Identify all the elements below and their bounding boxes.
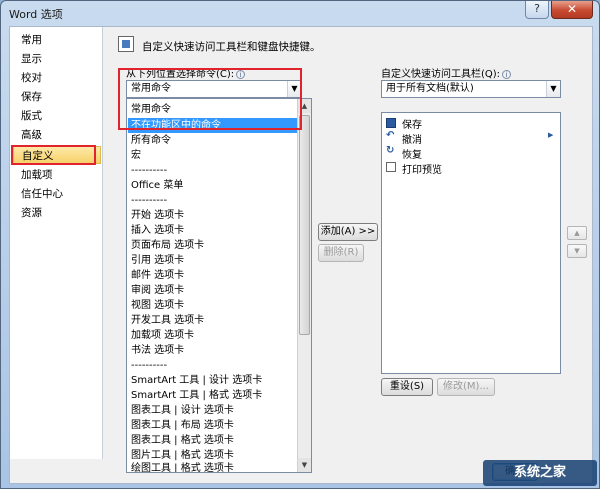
qat-scope-combo-value: 用于所有文档(默认) bbox=[386, 83, 474, 94]
list-item[interactable]: 图表工具 | 设计 选项卡 bbox=[131, 403, 234, 418]
remove-button[interactable]: 删除(R) bbox=[318, 244, 364, 262]
nav-item-advanced[interactable]: 高级 bbox=[13, 126, 101, 144]
commands-listbox[interactable]: 常用命令 不在功能区中的命令 所有命令 宏 ---------- Office … bbox=[126, 98, 312, 473]
nav-item-addins[interactable]: 加载项 bbox=[13, 166, 101, 184]
title-bar: Word 选项 ? ✕ bbox=[1, 1, 599, 25]
close-button[interactable]: ✕ bbox=[551, 1, 593, 19]
print-preview-icon bbox=[386, 162, 396, 172]
scroll-thumb[interactable] bbox=[299, 115, 310, 335]
annotation-box-dropdown bbox=[118, 68, 302, 130]
list-item[interactable]: 邮件 选项卡 bbox=[131, 268, 184, 283]
customize-panel: 自定义快速访问工具栏和键盘快捷键。 从下列位置选择命令(C): i 常用命令 ▼ … bbox=[104, 27, 592, 473]
save-icon bbox=[386, 118, 396, 128]
watermark-logo: 系统之家 bbox=[483, 460, 597, 486]
submenu-arrow-icon: ▶ bbox=[548, 131, 554, 139]
dropdown-arrow-icon[interactable]: ▼ bbox=[546, 81, 560, 97]
list-item[interactable]: Office 菜单 bbox=[131, 178, 183, 193]
reset-button[interactable]: 重设(S) bbox=[381, 378, 433, 396]
move-up-button[interactable]: ▲ bbox=[567, 226, 587, 240]
list-item[interactable]: ---------- bbox=[131, 193, 167, 208]
list-item[interactable]: 审阅 选项卡 bbox=[131, 283, 184, 298]
nav-item-display[interactable]: 显示 bbox=[13, 50, 101, 68]
list-item[interactable]: 图表工具 | 布局 选项卡 bbox=[131, 418, 234, 433]
qat-item-label: 撤消 bbox=[402, 135, 422, 146]
nav-item-resources[interactable]: 资源 bbox=[13, 204, 101, 222]
list-item[interactable]: SmartArt 工具 | 设计 选项卡 bbox=[131, 373, 262, 388]
list-item[interactable]: 加载项 选项卡 bbox=[131, 328, 194, 343]
panel-header: 自定义快速访问工具栏和键盘快捷键。 bbox=[142, 41, 321, 53]
modify-button[interactable]: 修改(M)... bbox=[437, 378, 495, 396]
help-button[interactable]: ? bbox=[525, 1, 549, 19]
commands-scrollbar[interactable]: ▲ ▼ bbox=[297, 99, 311, 472]
options-nav: 常用 显示 校对 保存 版式 高级 自定义 加载项 信任中心 资源 bbox=[10, 27, 103, 459]
move-down-button[interactable]: ▼ bbox=[567, 244, 587, 258]
list-item[interactable]: 开发工具 选项卡 bbox=[131, 313, 204, 328]
window-title: Word 选项 bbox=[9, 8, 63, 21]
list-item[interactable]: 页面布局 选项卡 bbox=[131, 238, 204, 253]
list-item[interactable]: 书法 选项卡 bbox=[131, 343, 184, 358]
qat-item-label: 打印预览 bbox=[402, 165, 442, 176]
nav-item-layout[interactable]: 版式 bbox=[13, 107, 101, 125]
list-item[interactable]: 开始 选项卡 bbox=[131, 208, 184, 223]
word-options-dialog: Word 选项 ? ✕ 常用 显示 校对 保存 版式 高级 自定义 加载项 信任… bbox=[0, 0, 600, 489]
redo-icon: ↻ bbox=[386, 145, 395, 156]
list-item[interactable]: 宏 bbox=[131, 148, 141, 163]
dialog-client-area: 常用 显示 校对 保存 版式 高级 自定义 加载项 信任中心 资源 自定义快速访… bbox=[9, 26, 593, 484]
nav-item-save[interactable]: 保存 bbox=[13, 88, 101, 106]
nav-item-proofing[interactable]: 校对 bbox=[13, 69, 101, 87]
qat-scope-combo[interactable]: 用于所有文档(默认) ▼ bbox=[381, 80, 561, 98]
customize-qat-label-text: 自定义快速访问工具栏(Q): bbox=[381, 69, 501, 80]
list-item[interactable]: 视图 选项卡 bbox=[131, 298, 184, 313]
list-item[interactable]: ---------- bbox=[131, 358, 167, 373]
qat-item-label: 保存 bbox=[402, 120, 422, 131]
list-item[interactable]: 引用 选项卡 bbox=[131, 253, 184, 268]
list-item[interactable]: 保存 bbox=[382, 116, 560, 131]
list-item[interactable]: 打印预览 bbox=[382, 161, 560, 176]
list-item[interactable]: SmartArt 工具 | 格式 选项卡 bbox=[131, 388, 262, 403]
customize-qat-label: 自定义快速访问工具栏(Q): i bbox=[381, 65, 512, 80]
undo-icon: ↶ bbox=[386, 130, 395, 141]
qat-listbox[interactable]: 保存 ↶ 撤消 ▶ ↻ 恢复 打印预览 bbox=[381, 112, 561, 374]
info-icon: i bbox=[502, 69, 512, 79]
add-button[interactable]: 添加(A) >> bbox=[318, 223, 378, 241]
toolbar-customize-icon bbox=[118, 36, 134, 52]
nav-item-trust-center[interactable]: 信任中心 bbox=[13, 185, 101, 203]
list-item[interactable]: 图表工具 | 格式 选项卡 bbox=[131, 433, 234, 448]
list-item[interactable]: ---------- bbox=[131, 163, 167, 178]
annotation-box-customize bbox=[11, 145, 96, 165]
qat-item-label: 恢复 bbox=[402, 150, 422, 161]
nav-item-general[interactable]: 常用 bbox=[13, 31, 101, 49]
list-item[interactable]: 插入 选项卡 bbox=[131, 223, 184, 238]
list-item[interactable]: ↻ 恢复 bbox=[382, 145, 560, 162]
list-item[interactable]: ↶ 撤消 ▶ bbox=[382, 130, 560, 147]
list-item[interactable]: 所有命令 bbox=[131, 133, 171, 148]
